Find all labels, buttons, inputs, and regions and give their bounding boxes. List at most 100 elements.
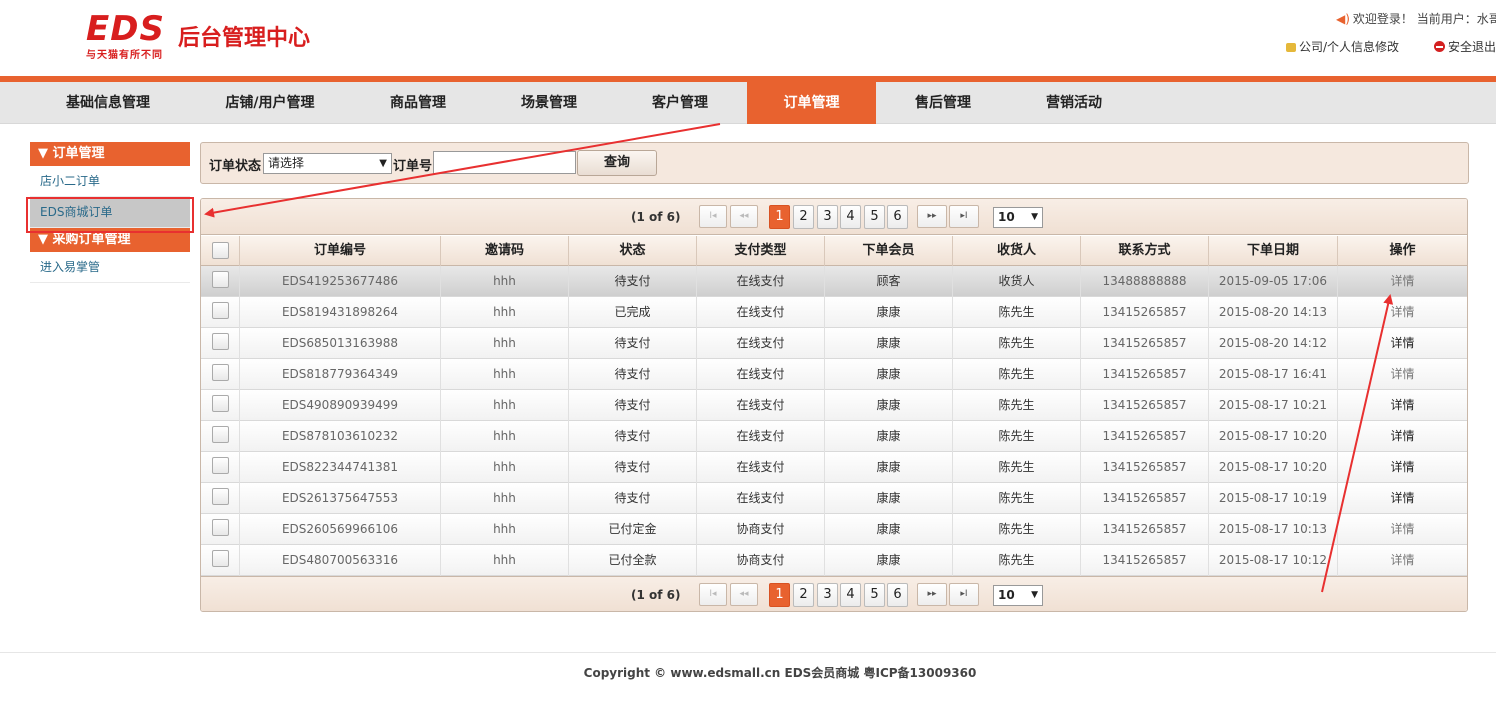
nav-item-marketing[interactable]: 营销活动 xyxy=(1006,82,1142,124)
cell-detail-link[interactable]: 详情 xyxy=(1338,452,1467,483)
row-checkbox[interactable] xyxy=(212,550,229,567)
table-row[interactable]: EDS819431898264 hhh 已完成 在线支付 康康 陈先生 1341526585… xyxy=(201,297,1467,328)
page-button-3[interactable]: 3 xyxy=(817,205,838,229)
table-row[interactable]: EDS490890939499 hhh 待支付 在线支付 康康 陈先生 1341526585… xyxy=(201,390,1467,421)
first-page-button[interactable]: I◂ xyxy=(699,583,727,606)
cell-detail-link[interactable]: 详情 xyxy=(1338,421,1467,452)
col-contact: 联系方式 xyxy=(1081,236,1209,266)
cell-order-date: 2015-08-17 10:13 xyxy=(1209,514,1338,545)
page-info: (1 of 6) xyxy=(631,210,681,224)
page-button-1[interactable]: 1 xyxy=(769,205,790,229)
page-size-select[interactable]: 10 ▼ xyxy=(993,585,1043,606)
table-row[interactable]: EDS818779364349 hhh 待支付 在线支付 康康 陈先生 1341526585… xyxy=(201,359,1467,390)
page-button-4[interactable]: 4 xyxy=(840,583,861,607)
stop-icon xyxy=(1434,41,1445,52)
cell-detail-link[interactable]: 详情 xyxy=(1338,266,1467,297)
cell-pay-type: 协商支付 xyxy=(697,514,825,545)
row-checkbox[interactable] xyxy=(212,395,229,412)
page-button-5[interactable]: 5 xyxy=(864,205,885,229)
pager-top: (1 of 6) I◂ ◂◂ 1 2 3 4 5 6 ▸▸ ▸I 10 ▼ xyxy=(201,199,1467,235)
row-checkbox[interactable] xyxy=(212,302,229,319)
cell-order-no: EDS480700563316 xyxy=(240,545,441,576)
header-select-all[interactable] xyxy=(201,236,240,266)
order-no-input[interactable] xyxy=(433,151,576,174)
sidebar-item-yizhangguan[interactable]: 进入易掌管 xyxy=(30,252,190,283)
next-page-button[interactable]: ▸▸ xyxy=(917,205,947,228)
search-panel: 订单状态 请选择 ▼ 订单号 查询 xyxy=(200,142,1469,184)
select-all-checkbox[interactable] xyxy=(212,242,229,259)
row-checkbox[interactable] xyxy=(212,457,229,474)
row-checkbox[interactable] xyxy=(212,488,229,505)
cell-status: 待支付 xyxy=(569,266,697,297)
nav-item-shop-user[interactable]: 店铺/用户管理 xyxy=(202,82,338,124)
nav-item-orders[interactable]: 订单管理 xyxy=(747,82,876,124)
query-button[interactable]: 查询 xyxy=(577,150,657,176)
page-button-5[interactable]: 5 xyxy=(864,583,885,607)
cell-member: 康康 xyxy=(825,328,953,359)
col-invite-code: 邀请码 xyxy=(441,236,569,266)
table-row[interactable]: EDS878103610232 hhh 待支付 在线支付 康康 陈先生 1341526585… xyxy=(201,421,1467,452)
sidebar-item-xiaoer-orders[interactable]: 店小二订单 xyxy=(30,166,190,197)
cell-detail-link[interactable]: 详情 xyxy=(1338,545,1467,576)
nav-item-products[interactable]: 商品管理 xyxy=(350,82,486,124)
cell-order-no: EDS419253677486 xyxy=(240,266,441,297)
table-row[interactable]: EDS260569966106 hhh 已付定金 协商支付 康康 陈先生 134152658… xyxy=(201,514,1467,545)
table-row[interactable]: EDS261375647553 hhh 待支付 在线支付 康康 陈先生 1341526585… xyxy=(201,483,1467,514)
cell-receiver: 陈先生 xyxy=(953,452,1081,483)
cell-detail-link[interactable]: 详情 xyxy=(1338,514,1467,545)
nav-item-basic-info[interactable]: 基础信息管理 xyxy=(40,82,176,124)
status-select[interactable]: 请选择 ▼ xyxy=(263,153,392,174)
last-page-button[interactable]: ▸I xyxy=(949,205,979,228)
cell-invite-code: hhh xyxy=(441,390,569,421)
first-page-button[interactable]: I◂ xyxy=(699,205,727,228)
last-page-button[interactable]: ▸I xyxy=(949,583,979,606)
page-button-3[interactable]: 3 xyxy=(817,583,838,607)
cell-receiver: 陈先生 xyxy=(953,514,1081,545)
cell-invite-code: hhh xyxy=(441,483,569,514)
cell-detail-link[interactable]: 详情 xyxy=(1338,328,1467,359)
cell-detail-link[interactable]: 详情 xyxy=(1338,359,1467,390)
next-page-button[interactable]: ▸▸ xyxy=(917,583,947,606)
cell-status: 已付定金 xyxy=(569,514,697,545)
page-size-select[interactable]: 10 ▼ xyxy=(993,207,1043,228)
page-button-4[interactable]: 4 xyxy=(840,205,861,229)
row-checkbox[interactable] xyxy=(212,364,229,381)
cell-pay-type: 在线支付 xyxy=(697,266,825,297)
logo-mark: EDS xyxy=(86,9,165,49)
prev-page-button[interactable]: ◂◂ xyxy=(730,205,758,228)
cell-select xyxy=(201,514,240,545)
logout-link[interactable]: 安全退出 xyxy=(1434,38,1496,55)
company-info-link[interactable]: 公司/个人信息修改 xyxy=(1286,38,1399,55)
cell-detail-link[interactable]: 详情 xyxy=(1338,297,1467,328)
prev-page-button[interactable]: ◂◂ xyxy=(730,583,758,606)
sidebar-group-orders[interactable]: ▼ 订单管理 xyxy=(30,142,190,166)
cell-pay-type: 在线支付 xyxy=(697,390,825,421)
nav-item-scenes[interactable]: 场景管理 xyxy=(481,82,617,124)
table-row[interactable]: EDS480700563316 hhh 已付全款 协商支付 康康 陈先生 134152658… xyxy=(201,545,1467,576)
brand-logo[interactable]: EDS 与天猫有所不同 xyxy=(86,12,165,61)
cell-contact: 13415265857 xyxy=(1081,421,1209,452)
cell-order-no: EDS261375647553 xyxy=(240,483,441,514)
nav-item-customers[interactable]: 客户管理 xyxy=(612,82,748,124)
table-row[interactable]: EDS419253677486 hhh 待支付 在线支付 顾客 收货人 1348888888… xyxy=(201,266,1467,297)
table-row[interactable]: EDS822344741381 hhh 待支付 在线支付 康康 陈先生 1341526585… xyxy=(201,452,1467,483)
row-checkbox[interactable] xyxy=(212,426,229,443)
cell-pay-type: 在线支付 xyxy=(697,297,825,328)
cell-status: 已完成 xyxy=(569,297,697,328)
cell-detail-link[interactable]: 详情 xyxy=(1338,483,1467,514)
cell-select xyxy=(201,483,240,514)
page-button-2[interactable]: 2 xyxy=(793,205,814,229)
page-button-2[interactable]: 2 xyxy=(793,583,814,607)
nav-item-after-sales[interactable]: 售后管理 xyxy=(875,82,1011,124)
page-button-6[interactable]: 6 xyxy=(887,205,908,229)
cell-select xyxy=(201,545,240,576)
table-row[interactable]: EDS685013163988 hhh 待支付 在线支付 康康 陈先生 1341526585… xyxy=(201,328,1467,359)
cell-member: 康康 xyxy=(825,421,953,452)
cell-status: 待支付 xyxy=(569,421,697,452)
row-checkbox[interactable] xyxy=(212,271,229,288)
page-button-6[interactable]: 6 xyxy=(887,583,908,607)
row-checkbox[interactable] xyxy=(212,519,229,536)
page-button-1[interactable]: 1 xyxy=(769,583,790,607)
row-checkbox[interactable] xyxy=(212,333,229,350)
cell-detail-link[interactable]: 详情 xyxy=(1338,390,1467,421)
